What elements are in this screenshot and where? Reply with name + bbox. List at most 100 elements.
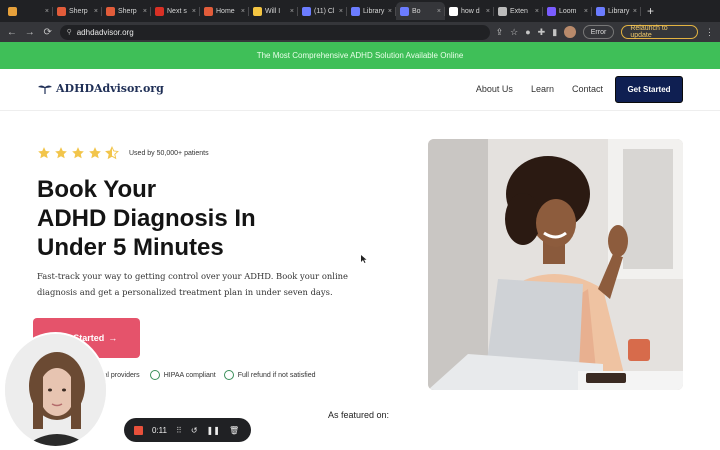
share-icon[interactable]: ⇪: [496, 27, 504, 38]
caduceus-icon: [38, 85, 52, 94]
reload-icon[interactable]: ⟳: [42, 27, 54, 38]
announcement-bar: The Most Comprehensive ADHD Solution Ava…: [0, 42, 720, 69]
hero-subtext: Fast-track your way to getting control o…: [37, 271, 348, 297]
tab-close-icon[interactable]: ×: [290, 8, 294, 15]
trust-providers: cal providers: [100, 371, 140, 379]
tab-close-icon[interactable]: ×: [584, 8, 588, 15]
site-logo[interactable]: ADHDAdvisor.org: [38, 82, 164, 95]
restart-icon[interactable]: ↺: [191, 426, 198, 435]
browser-tab[interactable]: Library ×: [347, 2, 396, 20]
screen: × Sherp × Sherp × Next s × Home × Will I × (11) Cl ×…: [0, 0, 720, 450]
error-label: Error: [590, 28, 607, 36]
nav-link-learn[interactable]: Learn: [531, 84, 554, 94]
mouse-cursor-icon: [361, 255, 367, 263]
browser-tab[interactable]: ×: [4, 2, 53, 20]
hero-headline: Book Your ADHD Diagnosis In Under 5 Minu…: [37, 175, 367, 262]
recording-time: 0:11: [152, 425, 167, 435]
featured-label: As featured on:: [328, 410, 390, 420]
profile-avatar[interactable]: [564, 26, 576, 38]
refund-icon: [223, 370, 234, 380]
browser-tab[interactable]: (11) Cl ×: [298, 2, 347, 20]
toolbar-tools: ⇪ ☆ ● ✚ ▮ Error Relaunch to update ⋮: [496, 25, 714, 39]
browser-tab[interactable]: Home ×: [200, 2, 249, 20]
star-icon: [38, 147, 50, 159]
browser-toolbar: ← → ⟳ ⚲ adhdadvisor.org ⇪ ☆ ● ✚ ▮ Error …: [0, 22, 720, 42]
tab-favicon-icon: [155, 6, 164, 16]
tab-label: Sherp: [118, 7, 137, 15]
tab-close-icon[interactable]: ×: [94, 8, 98, 15]
tab-close-icon[interactable]: ×: [486, 8, 490, 15]
trust-badges: cal providers HIPAA compliant Full refun…: [100, 370, 316, 380]
forward-icon[interactable]: →: [24, 27, 36, 38]
menu-kebab-icon[interactable]: ⋮: [705, 27, 714, 38]
patients-count: Used by 50,000+ patients: [129, 150, 209, 157]
headline-line-3: Under 5 Minutes: [37, 234, 224, 261]
browser-tab[interactable]: Next s ×: [151, 2, 200, 20]
tab-label: Library: [363, 7, 385, 15]
nav-get-started-button[interactable]: Get Started: [615, 76, 683, 103]
tab-favicon-icon: [106, 6, 115, 16]
stop-recording-button[interactable]: [134, 425, 143, 435]
arrow-right-icon: →: [108, 333, 118, 343]
back-icon[interactable]: ←: [6, 27, 18, 38]
woman-waving-illustration: [428, 139, 683, 390]
browser-tab[interactable]: Loom ×: [543, 2, 592, 20]
bookmark-star-icon[interactable]: ☆: [510, 27, 518, 38]
tab-close-icon[interactable]: ×: [241, 8, 245, 15]
tab-label: Sherp: [69, 7, 88, 15]
logo-text: ADHDAdvisor.org: [56, 82, 164, 95]
relaunch-button[interactable]: Relaunch to update: [621, 25, 698, 39]
half-star-icon: [105, 146, 119, 160]
site-header: ADHDAdvisor.org About Us Learn Contact G…: [0, 69, 720, 111]
announcement-text: The Most Comprehensive ADHD Solution Ava…: [256, 51, 464, 60]
tab-label: Will I: [265, 7, 281, 15]
tab-close-icon[interactable]: ×: [339, 8, 343, 15]
sidebar-icon[interactable]: ▮: [552, 27, 557, 38]
relaunch-label: Relaunch to update: [630, 25, 668, 39]
tab-favicon-icon: [449, 6, 458, 16]
webcam-bubble[interactable]: [5, 334, 106, 446]
headline-line-1: Book Your: [37, 176, 157, 203]
grid-icon[interactable]: ⠿: [176, 426, 182, 435]
tab-close-icon[interactable]: ×: [535, 8, 539, 15]
tab-close-icon[interactable]: ×: [143, 8, 147, 15]
browser-tab[interactable]: Exten ×: [494, 2, 543, 20]
tab-close-icon[interactable]: ×: [192, 8, 196, 15]
trash-icon[interactable]: 🗑: [229, 426, 239, 435]
browser-tab[interactable]: Sherp ×: [102, 2, 151, 20]
tab-label: Loom: [559, 7, 577, 15]
pause-icon[interactable]: ❚❚: [207, 426, 220, 435]
tab-close-icon[interactable]: ×: [388, 8, 392, 15]
puzzle-icon[interactable]: ✚: [538, 27, 546, 38]
browser-tab[interactable]: Library ×: [592, 2, 641, 20]
extension-icon[interactable]: ●: [525, 27, 530, 37]
tab-close-icon[interactable]: ×: [633, 8, 637, 15]
tab-close-icon[interactable]: ×: [45, 8, 49, 15]
tab-label: Home: [216, 7, 235, 15]
browser-tab[interactable]: Sherp ×: [53, 2, 102, 20]
shield-icon: [149, 370, 160, 380]
tab-close-icon[interactable]: ×: [437, 8, 441, 15]
hero-photo: [428, 139, 683, 390]
new-tab-button[interactable]: +: [647, 4, 654, 18]
tab-favicon-icon: [204, 6, 213, 16]
star-icon: [89, 147, 101, 159]
error-button[interactable]: Error: [582, 25, 615, 39]
tab-label: Exten: [510, 7, 528, 15]
browser-tab[interactable]: Will I ×: [249, 2, 298, 20]
star-icon: [55, 147, 67, 159]
address-bar[interactable]: ⚲ adhdadvisor.org: [59, 24, 490, 40]
tab-favicon-icon: [400, 6, 409, 16]
url-text: adhdadvisor.org: [76, 27, 134, 37]
tab-favicon-icon: [547, 6, 556, 16]
trust-refund: Full refund if not satisfied: [237, 371, 316, 379]
tab-favicon-icon: [253, 6, 262, 16]
site-info-icon[interactable]: ⚲: [67, 28, 72, 36]
nav-link-contact[interactable]: Contact: [572, 84, 603, 94]
star-icon: [72, 147, 84, 159]
browser-tab-bar: × Sherp × Sherp × Next s × Home × Will I × (11) Cl ×…: [0, 0, 720, 22]
tab-favicon-icon: [302, 6, 311, 16]
browser-tab[interactable]: how d ×: [445, 2, 494, 20]
nav-link-about[interactable]: About Us: [476, 84, 513, 94]
browser-tab[interactable]: Bo ×: [396, 2, 445, 20]
